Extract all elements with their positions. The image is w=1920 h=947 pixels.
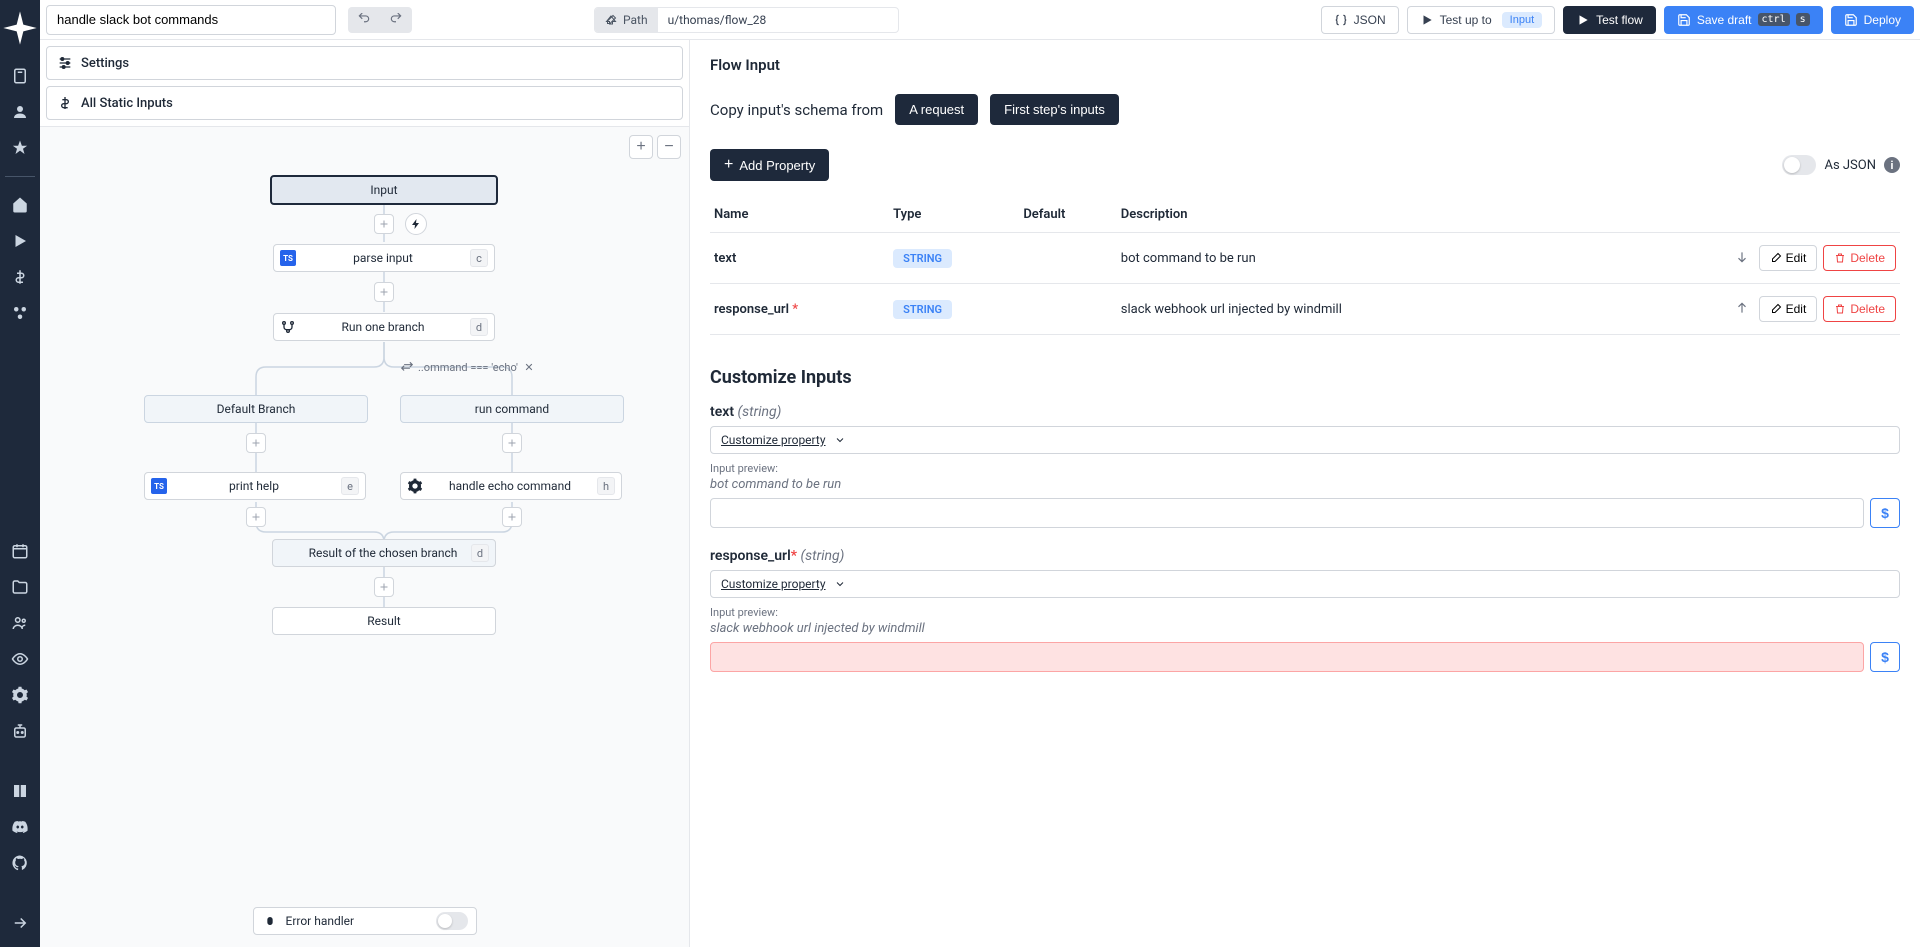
- sidebar: [0, 0, 40, 947]
- table-row: response_url * STRING slack webhook url …: [710, 284, 1900, 335]
- clipboard-icon[interactable]: [0, 60, 40, 92]
- result-node[interactable]: Result: [272, 607, 496, 635]
- error-handler-card[interactable]: Error handler: [253, 907, 477, 935]
- zoom-out-button[interactable]: −: [657, 135, 681, 159]
- add-step-left[interactable]: [246, 433, 266, 453]
- save-draft-button[interactable]: Save draftctrls: [1664, 6, 1823, 34]
- eye-icon[interactable]: [0, 643, 40, 675]
- variable-button[interactable]: $: [1870, 498, 1900, 528]
- result-chosen-node[interactable]: Result of the chosen branch d: [272, 539, 496, 567]
- field-group-response-url: response_url* (string) Customize propert…: [710, 548, 1900, 672]
- zoom-in-button[interactable]: +: [629, 135, 653, 159]
- star-icon[interactable]: [0, 132, 40, 164]
- test-up-to-button[interactable]: Test up toInput: [1407, 6, 1556, 34]
- dollar-icon[interactable]: [0, 261, 40, 293]
- add-step-right[interactable]: [502, 433, 522, 453]
- branch-icon: [280, 319, 296, 335]
- github-icon[interactable]: [0, 847, 40, 879]
- windmill-logo-icon[interactable]: [0, 8, 40, 48]
- test-flow-button[interactable]: Test flow: [1563, 6, 1656, 34]
- move-up-button[interactable]: [1731, 297, 1753, 322]
- customize-property-dropdown[interactable]: Customize property: [710, 570, 1900, 598]
- delete-button[interactable]: Delete: [1823, 245, 1896, 271]
- users-icon[interactable]: [0, 607, 40, 639]
- topbar: Path u/thomas/flow_28 JSON Test up toInp…: [40, 0, 1920, 40]
- run-command-node[interactable]: run command: [400, 395, 624, 423]
- copy-schema-label: Copy input's schema from: [710, 101, 883, 119]
- book-icon[interactable]: [0, 775, 40, 807]
- response-url-preview-input[interactable]: [710, 642, 1864, 672]
- handle-echo-node[interactable]: handle echo command h: [400, 472, 622, 500]
- folder-icon[interactable]: [0, 571, 40, 603]
- trigger-button[interactable]: [405, 213, 427, 235]
- flow-canvas[interactable]: + −: [40, 127, 689, 947]
- as-json-toggle[interactable]: [1782, 155, 1816, 175]
- gear-icon[interactable]: [0, 679, 40, 711]
- first-step-inputs-button[interactable]: First step's inputs: [990, 94, 1119, 125]
- home-icon[interactable]: [0, 189, 40, 221]
- gear-icon: [407, 478, 423, 494]
- bug-icon: [262, 913, 278, 929]
- calendar-icon[interactable]: [0, 535, 40, 567]
- parse-input-node[interactable]: TS parse input c: [273, 244, 495, 272]
- info-icon[interactable]: i: [1884, 157, 1900, 173]
- json-button[interactable]: JSON: [1321, 6, 1399, 34]
- print-help-node[interactable]: TS print help e: [144, 472, 366, 500]
- customize-inputs-title: Customize Inputs: [710, 367, 1900, 388]
- add-step-right-2[interactable]: [502, 507, 522, 527]
- properties-table: Name Type Default Description text STRIN…: [710, 197, 1900, 335]
- as-json-label: As JSON: [1824, 158, 1876, 173]
- expand-icon[interactable]: [0, 907, 40, 939]
- flow-input-panel: Flow Input Copy input's schema from A re…: [690, 40, 1920, 947]
- undo-button[interactable]: [348, 7, 380, 33]
- add-step-button-3[interactable]: [374, 577, 394, 597]
- field-group-text: text (string) Customize property Input p…: [710, 404, 1900, 528]
- discord-icon[interactable]: [0, 811, 40, 843]
- panel-title: Flow Input: [710, 56, 1900, 74]
- move-down-button[interactable]: [1731, 246, 1753, 271]
- text-preview-input[interactable]: [710, 498, 1864, 528]
- typescript-icon: TS: [280, 250, 296, 266]
- edit-button[interactable]: Edit: [1759, 245, 1818, 271]
- remove-condition-button[interactable]: ✕: [522, 360, 536, 374]
- settings-card[interactable]: Settings: [46, 46, 683, 80]
- a-request-button[interactable]: A request: [895, 94, 978, 125]
- input-node[interactable]: Input: [270, 175, 498, 205]
- add-step-button-2[interactable]: [374, 282, 394, 302]
- deploy-button[interactable]: Deploy: [1831, 6, 1914, 34]
- run-one-branch-node[interactable]: Run one branch d: [273, 313, 495, 341]
- chevron-down-icon: [834, 434, 846, 446]
- error-handler-toggle[interactable]: [436, 912, 468, 930]
- add-step-button[interactable]: [374, 214, 394, 234]
- swap-icon: [400, 360, 414, 374]
- static-inputs-card[interactable]: All Static Inputs: [46, 86, 683, 120]
- delete-button[interactable]: Delete: [1823, 296, 1896, 322]
- robot-icon[interactable]: [0, 715, 40, 747]
- play-icon[interactable]: [0, 225, 40, 257]
- table-row: text STRING bot command to be run Edit D…: [710, 233, 1900, 284]
- edit-button[interactable]: Edit: [1759, 296, 1818, 322]
- customize-property-dropdown[interactable]: Customize property: [710, 426, 1900, 454]
- flow-name-input[interactable]: [46, 5, 336, 35]
- user-icon[interactable]: [0, 96, 40, 128]
- add-property-button[interactable]: +Add Property: [710, 149, 829, 181]
- add-step-left-2[interactable]: [246, 507, 266, 527]
- branch-condition-label: ..ommand === 'echo' ✕: [400, 360, 536, 374]
- typescript-icon: TS: [151, 478, 167, 494]
- variable-button[interactable]: $: [1870, 642, 1900, 672]
- path-chip[interactable]: Path u/thomas/flow_28: [594, 7, 899, 33]
- shapes-icon[interactable]: [0, 297, 40, 329]
- chevron-down-icon: [834, 578, 846, 590]
- default-branch-node[interactable]: Default Branch: [144, 395, 368, 423]
- redo-button[interactable]: [380, 7, 412, 33]
